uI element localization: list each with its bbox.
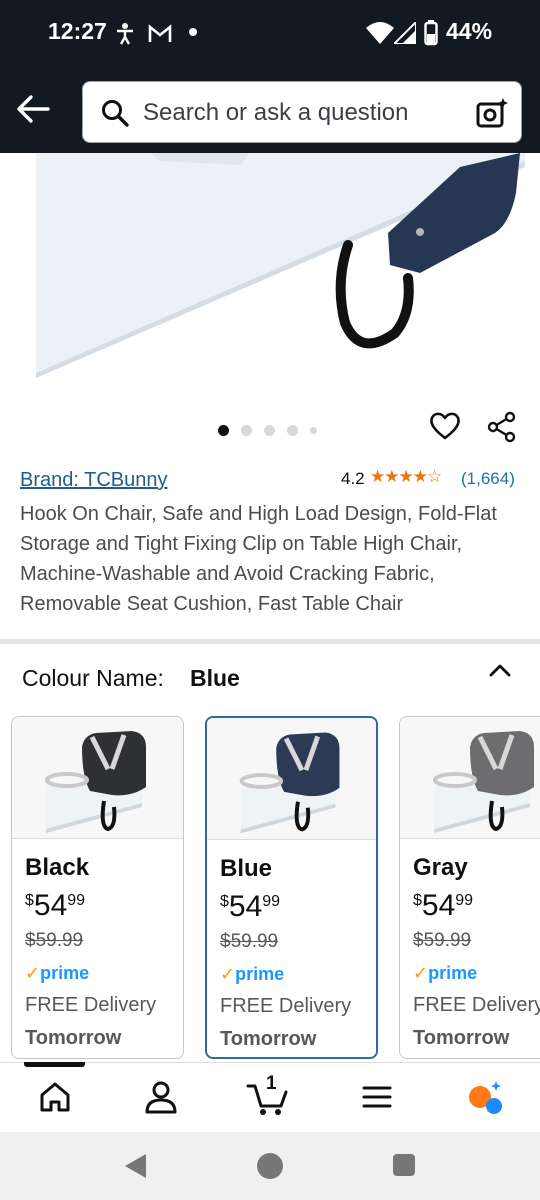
share-icon[interactable] [486,411,518,443]
home-icon[interactable] [35,1077,75,1117]
nav-active-indicator [24,1062,85,1067]
variant-was-price: $59.99 [413,930,472,951]
notification-dot-icon [189,28,197,36]
variant-was-price: $59.99 [25,930,84,951]
prime-badge: ✓prime [413,963,478,983]
bottom-nav: 1 [0,1062,540,1132]
carousel-dot[interactable] [241,425,252,437]
variant-name: Black [25,854,90,881]
cart-count: 1 [266,1073,277,1094]
rating-stars[interactable]: ★★★★☆ [370,467,442,487]
prime-check-icon: ✓ [220,964,236,984]
prime-badge: ✓prime [220,964,285,984]
variant-thumbnail [12,717,183,839]
prime-check-icon: ✓ [413,963,429,983]
back-arrow-icon[interactable] [16,94,50,124]
variant-card-gray[interactable]: Gray $5499 $59.99 ✓prime FREE Delivery T… [399,716,540,1059]
variant-thumbnail [207,718,376,840]
colour-value: Blue [190,665,240,691]
variant-delivery-date: Tomorrow [413,1027,510,1049]
status-time: 12:27 [48,18,107,44]
status-bar: 12:27 44% [0,0,540,65]
battery-icon [424,20,438,46]
carousel-dot[interactable] [287,425,298,437]
variant-thumbnail-illustration [433,731,534,833]
battery-percent: 44% [446,18,493,44]
variant-was-price: $59.99 [220,931,279,952]
account-icon[interactable] [141,1077,181,1117]
brand-link[interactable]: Brand: TCBunny [20,469,168,492]
variant-card-blue[interactable]: Blue $5499 $59.99 ✓prime FREE Delivery T… [205,716,378,1059]
variant-delivery-date: Tomorrow [25,1027,122,1049]
camera-icon[interactable] [475,96,509,130]
variant-card-black[interactable]: Black $5499 $59.99 ✓prime FREE Delivery … [11,716,184,1059]
variant-thumbnail [400,717,540,839]
system-nav-bar [0,1132,540,1200]
section-divider [0,639,540,644]
system-recents-icon[interactable] [393,1154,415,1176]
variant-thumbnail-illustration [45,731,146,833]
carousel-dot[interactable] [310,427,317,435]
signal-icon [394,22,416,44]
wifi-icon [366,22,394,44]
variant-delivery: FREE Delivery [413,994,540,1016]
search-input[interactable]: Search or ask a question [82,81,522,143]
prime-check-icon: ✓ [25,963,41,983]
colour-label: Colour Name: [22,665,164,691]
variant-delivery: FREE Delivery [25,994,157,1016]
variant-thumbnail-illustration [239,732,340,834]
variant-delivery-date: Tomorrow [220,1028,317,1050]
carousel-dot[interactable] [264,425,275,437]
accessibility-icon [117,23,133,45]
variant-price: $5499 [25,889,86,922]
search-placeholder: Search or ask a question [143,99,409,126]
variant-price: $5499 [413,889,474,922]
menu-icon[interactable] [357,1077,397,1117]
gmail-icon [148,24,172,42]
variant-delivery: FREE Delivery [220,995,352,1017]
prime-badge: ✓prime [25,963,90,983]
search-icon [102,100,129,127]
system-home-icon[interactable] [257,1153,283,1179]
cart-button[interactable]: 1 [245,1073,293,1117]
heart-icon[interactable] [429,411,461,441]
variant-name: Blue [220,855,273,882]
product-photo-illustration [0,153,540,398]
rufus-icon[interactable] [465,1077,505,1117]
chevron-up-icon[interactable] [488,658,512,682]
system-back-icon[interactable] [122,1152,148,1180]
variant-name: Gray [413,854,468,881]
variant-price: $5499 [220,890,281,923]
carousel-dot[interactable] [218,425,229,437]
product-image[interactable] [0,153,540,398]
rating-count-link[interactable]: (1,664) [461,469,515,489]
product-title: Hook On Chair, Safe and High Load Design… [20,503,497,615]
image-carousel-dots[interactable] [218,422,329,440]
rating-value: 4.2 [341,469,365,488]
